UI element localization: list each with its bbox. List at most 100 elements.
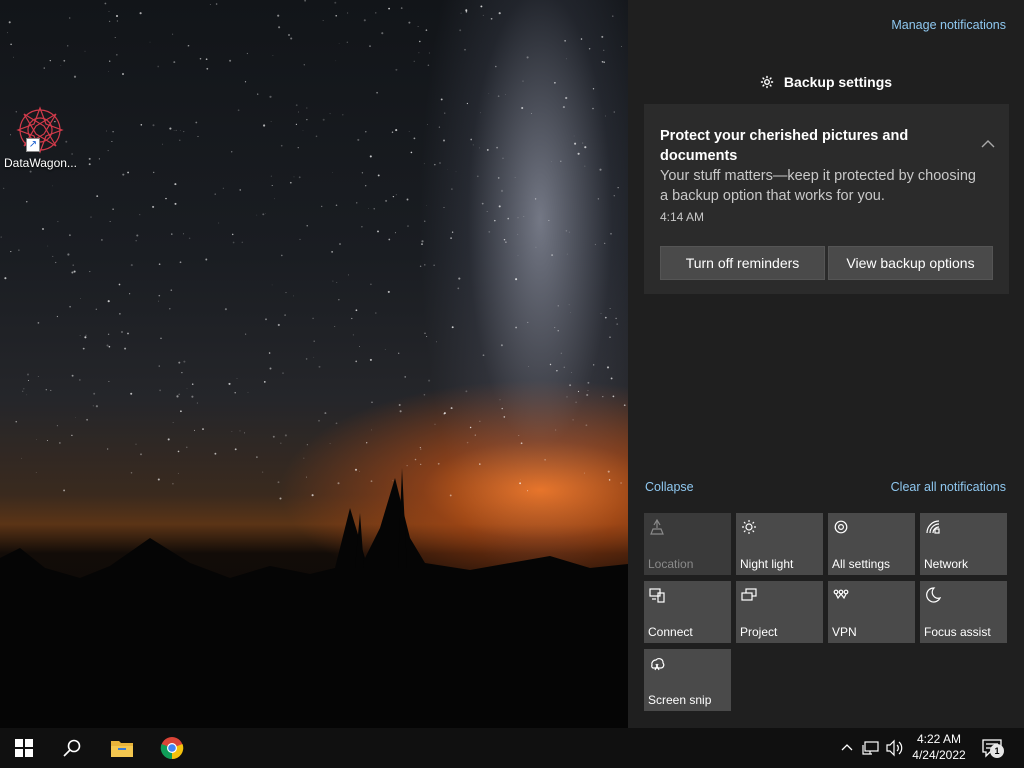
star (365, 131, 367, 133)
star (502, 157, 504, 160)
action-center-panel: Manage notifications Backup settings Pro… (628, 0, 1024, 728)
star (265, 213, 266, 214)
star (152, 205, 155, 208)
start-button[interactable] (0, 728, 48, 768)
star (191, 383, 194, 386)
taskbar-clock[interactable]: 4:22 AM 4/24/2022 (906, 731, 972, 763)
star (109, 60, 111, 62)
star (424, 220, 426, 222)
star (494, 219, 496, 222)
star (335, 15, 337, 17)
star (377, 174, 380, 177)
star (298, 176, 301, 179)
star (569, 312, 571, 313)
star (486, 148, 489, 151)
star (433, 264, 435, 266)
clear-all-notifications-link[interactable]: Clear all notifications (891, 480, 1006, 494)
star (69, 234, 71, 237)
desktop-wallpaper: ↗ DataWagon... (0, 0, 628, 728)
star (500, 344, 503, 347)
collapse-link[interactable]: Collapse (645, 480, 694, 494)
chevron-up-icon[interactable] (840, 739, 854, 757)
star (391, 131, 394, 133)
notification-card[interactable]: Protect your cherished pictures and docu… (644, 104, 1009, 294)
star (69, 17, 71, 19)
star (270, 121, 272, 122)
star (385, 199, 388, 202)
network-wired-icon[interactable] (862, 739, 880, 757)
star (239, 430, 241, 432)
gear-icon (834, 520, 848, 534)
notification-group-header[interactable]: Backup settings (628, 74, 1024, 90)
desktop-shortcut-datawagon[interactable]: ↗ DataWagon... (4, 106, 77, 170)
star (356, 202, 358, 204)
star (118, 283, 121, 286)
star (465, 10, 468, 13)
star (435, 341, 438, 343)
star (89, 271, 91, 273)
star (280, 442, 282, 444)
star (584, 165, 586, 167)
star (107, 448, 109, 450)
quick-action-location[interactable]: Location (644, 513, 731, 575)
chevron-up-icon[interactable] (981, 136, 995, 154)
star (603, 61, 605, 63)
datawagon-app-icon: ↗ (16, 106, 64, 154)
star (554, 82, 556, 84)
clock-date: 4/24/2022 (912, 748, 966, 762)
search-button[interactable] (48, 728, 96, 768)
star (551, 161, 553, 163)
quick-action-screen-snip[interactable]: Screen snip (644, 649, 731, 711)
star (186, 388, 188, 390)
star (601, 35, 604, 38)
taskbar: 4:22 AM 4/24/2022 1 (0, 728, 1024, 768)
star (13, 56, 14, 58)
star (408, 131, 410, 133)
star (112, 131, 114, 133)
star (518, 434, 520, 436)
star (197, 135, 199, 138)
quick-action-focus-assist[interactable]: Focus assist (920, 581, 1007, 643)
star (284, 434, 287, 437)
star (361, 226, 363, 228)
quick-action-all-settings[interactable]: All settings (828, 513, 915, 575)
star (108, 11, 110, 12)
quick-action-label: VPN (832, 625, 857, 639)
star (587, 390, 589, 391)
star (170, 289, 173, 291)
turn-off-reminders-button[interactable]: Turn off reminders (660, 246, 825, 280)
star (299, 238, 301, 240)
speaker-icon[interactable] (886, 739, 904, 757)
star (3, 187, 5, 190)
star (361, 172, 364, 174)
quick-action-project[interactable]: Project (736, 581, 823, 643)
star (503, 238, 506, 241)
star (566, 396, 568, 398)
file-explorer-button[interactable] (98, 728, 146, 768)
star (406, 465, 408, 467)
chrome-button[interactable] (148, 728, 196, 768)
star (557, 305, 559, 307)
star (479, 420, 481, 422)
star (158, 294, 161, 297)
quick-action-network[interactable]: Network (920, 513, 1007, 575)
star (419, 265, 422, 268)
star (612, 395, 615, 398)
star (381, 32, 384, 35)
star (474, 434, 476, 436)
quick-action-vpn[interactable]: VPN (828, 581, 915, 643)
location-icon (650, 519, 664, 535)
star (158, 300, 159, 302)
star (199, 57, 202, 60)
quick-action-night-light[interactable]: Night light (736, 513, 823, 575)
star (404, 376, 406, 378)
star (613, 111, 616, 113)
star (498, 12, 501, 15)
view-backup-options-button[interactable]: View backup options (828, 246, 993, 280)
star (586, 393, 589, 397)
star (130, 392, 133, 395)
manage-notifications-link[interactable]: Manage notifications (891, 18, 1006, 32)
star (180, 410, 182, 413)
quick-action-connect[interactable]: Connect (644, 581, 731, 643)
star (284, 314, 286, 316)
